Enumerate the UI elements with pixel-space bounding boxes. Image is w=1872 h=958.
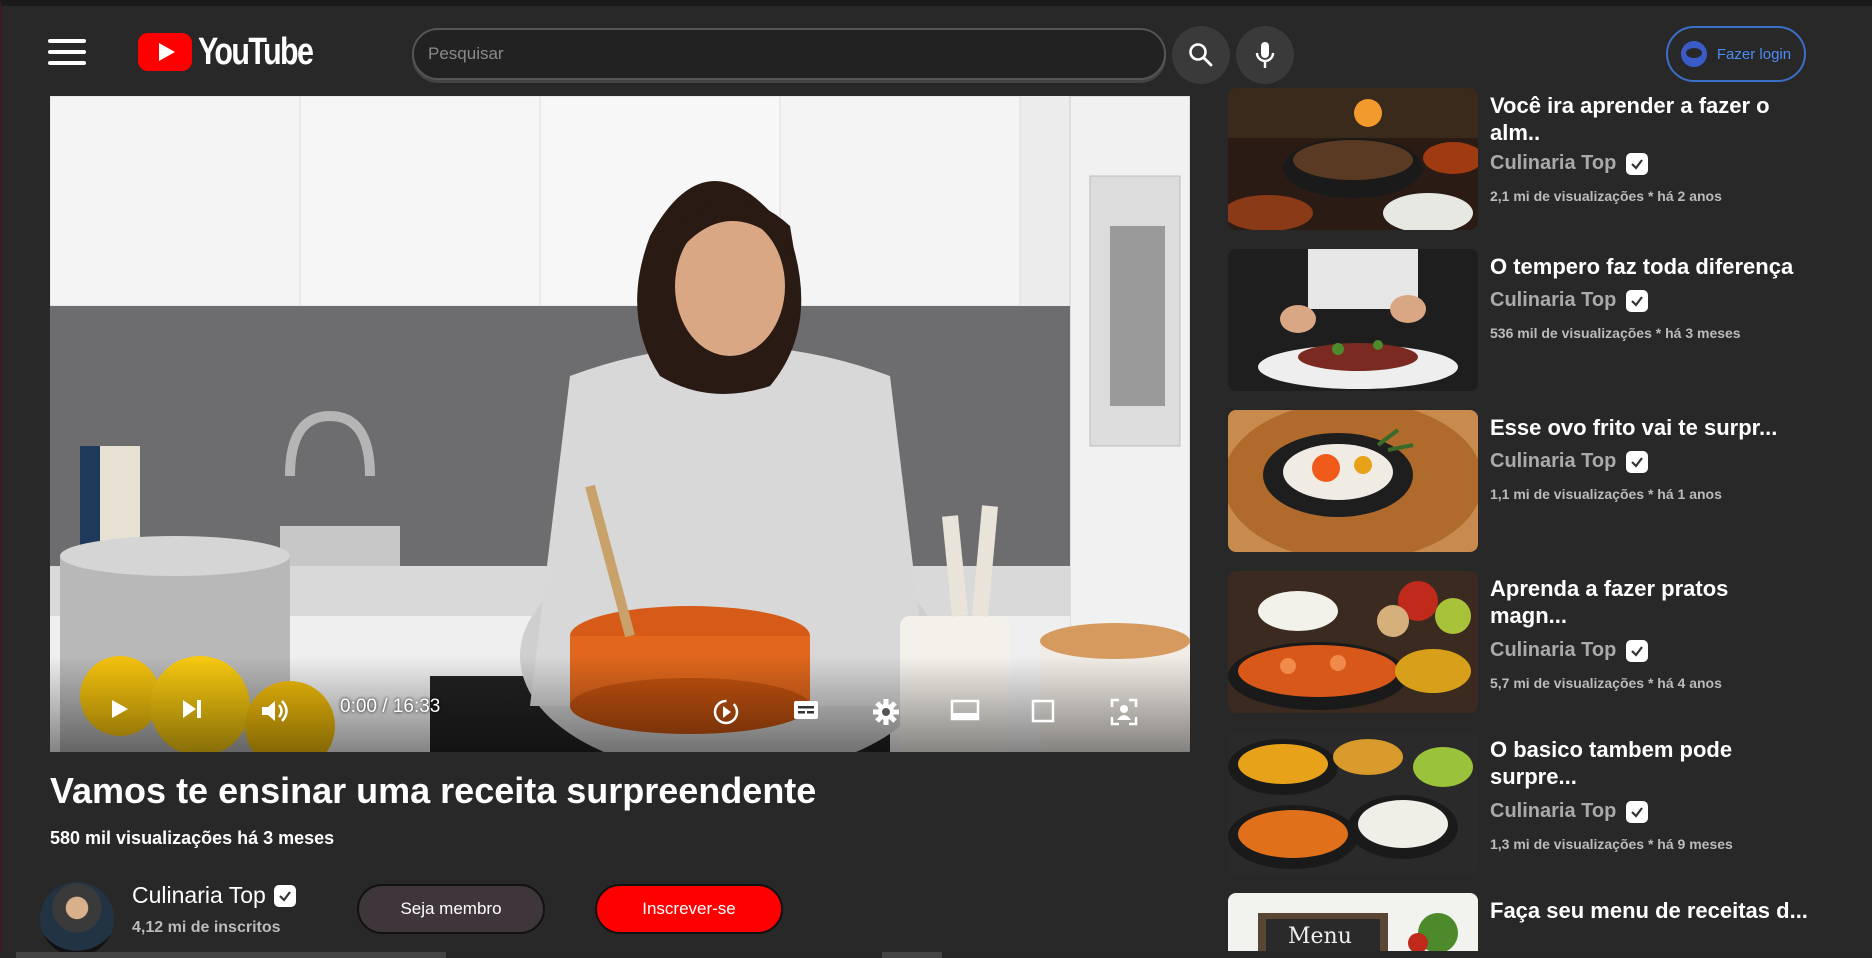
logo-text: YouTube: [198, 30, 314, 73]
video-thumbnail: [1228, 732, 1478, 874]
video-title: Vamos te ensinar uma receita surpreenden…: [50, 770, 817, 811]
verified-icon: [1626, 800, 1649, 823]
recommendation-channel: Culinaria Top: [1490, 800, 1649, 823]
miniplayer-icon[interactable]: [950, 698, 980, 722]
channel-avatar[interactable]: [40, 882, 114, 956]
subtitles-icon[interactable]: [792, 698, 820, 722]
verified-icon: [1626, 152, 1649, 175]
recommendation-title: O tempero faz toda diferença: [1490, 254, 1794, 279]
theater-icon[interactable]: [1030, 698, 1056, 724]
recommendation-title: Aprenda a fazer pratos magn...: [1490, 576, 1729, 628]
video-thumbnail: Menu: [1228, 893, 1478, 951]
recommendation-channel: Culinaria Top: [1490, 289, 1649, 312]
video-thumbnail: [1228, 249, 1478, 391]
video-thumbnail: [1228, 410, 1478, 552]
login-label: Fazer login: [1716, 45, 1792, 63]
app-window: YouTube Fazer login: [0, 0, 1872, 958]
video-thumbnail: [1228, 571, 1478, 713]
recommendation-meta: 2,1 mi de visualizações * há 2 anos: [1490, 188, 1722, 204]
recommendation-meta: 1,1 mi de visualizações * há 1 anos: [1490, 486, 1722, 502]
recommendation-item[interactable]: Aprenda a fazer pratos magn... Culinaria…: [1228, 571, 1808, 715]
verified-icon: [1626, 450, 1649, 473]
video-meta: 580 mil visualizações há 3 meses: [50, 828, 335, 848]
horizontal-scrollbar[interactable]: [16, 952, 446, 958]
play-icon[interactable]: [108, 698, 130, 720]
join-button[interactable]: Seja membro: [357, 884, 545, 934]
recommendation-title: Faça seu menu de receitas d...: [1490, 898, 1808, 923]
recommendation-item[interactable]: Você ira aprender a fazer o alm.. Culina…: [1228, 88, 1808, 232]
verified-icon: [1626, 639, 1649, 662]
recommendation-title: Você ira aprender a fazer o alm..: [1490, 93, 1770, 145]
video-frame-image: [50, 96, 1190, 752]
settings-icon[interactable]: [872, 698, 900, 726]
recommendation-meta: 5,7 mi de visualizações * há 4 anos: [1490, 675, 1722, 691]
player-controls: 0:00 / 16:33: [50, 676, 1190, 752]
recommendation-channel: Culinaria Top: [1490, 152, 1649, 175]
video-thumbnail: [1228, 88, 1478, 230]
youtube-logo-icon: [138, 33, 192, 71]
mic-icon: [1255, 42, 1275, 68]
recommendation-meta: 536 mil de visualizações * há 3 meses: [1490, 325, 1741, 341]
voice-search-button[interactable]: [1236, 26, 1294, 84]
recommendation-meta: 1,3 mi de visualizações * há 9 meses: [1490, 836, 1733, 852]
volume-icon[interactable]: [260, 698, 288, 724]
recommendation-channel: Culinaria Top: [1490, 450, 1649, 473]
recommendation-item[interactable]: O basico tambem pode surpre... Culinaria…: [1228, 732, 1808, 876]
search-icon: [1189, 43, 1213, 67]
youtube-logo[interactable]: YouTube: [138, 30, 341, 73]
svg-text:Menu: Menu: [1288, 924, 1352, 949]
video-player[interactable]: 0:00 / 16:33: [50, 96, 1190, 752]
subscriber-count: 4,12 mi de inscritos: [132, 919, 281, 936]
fullscreen-icon[interactable]: [1110, 698, 1138, 726]
search-button[interactable]: [1172, 26, 1230, 84]
recommendation-title: Esse ovo frito vai te surpr...: [1490, 415, 1778, 440]
autoplay-icon[interactable]: [712, 698, 740, 726]
login-button[interactable]: Fazer login: [1666, 26, 1806, 82]
recommendation-item[interactable]: O tempero faz toda diferença Culinaria T…: [1228, 249, 1808, 393]
scroll-thumb[interactable]: [882, 952, 942, 958]
channel-name-row[interactable]: Culinaria Top: [132, 882, 296, 909]
search-input[interactable]: [412, 28, 1166, 80]
recommendation-item[interactable]: Menu Faça seu menu de receitas d...: [1228, 893, 1808, 951]
verified-icon: [1626, 289, 1649, 312]
menu-icon[interactable]: [48, 39, 86, 67]
next-icon[interactable]: [180, 698, 204, 720]
verified-icon: [273, 884, 296, 907]
user-icon: [1680, 41, 1707, 67]
recommendation-channel: Culinaria Top: [1490, 639, 1649, 662]
time-display: 0:00 / 16:33: [340, 696, 441, 717]
channel-name: Culinaria Top: [132, 882, 266, 908]
subscribe-button[interactable]: Inscrever-se: [595, 884, 783, 934]
recommendation-item[interactable]: Esse ovo frito vai te surpr... Culinaria…: [1228, 410, 1808, 554]
recommendation-title: O basico tambem pode surpre...: [1490, 737, 1733, 789]
